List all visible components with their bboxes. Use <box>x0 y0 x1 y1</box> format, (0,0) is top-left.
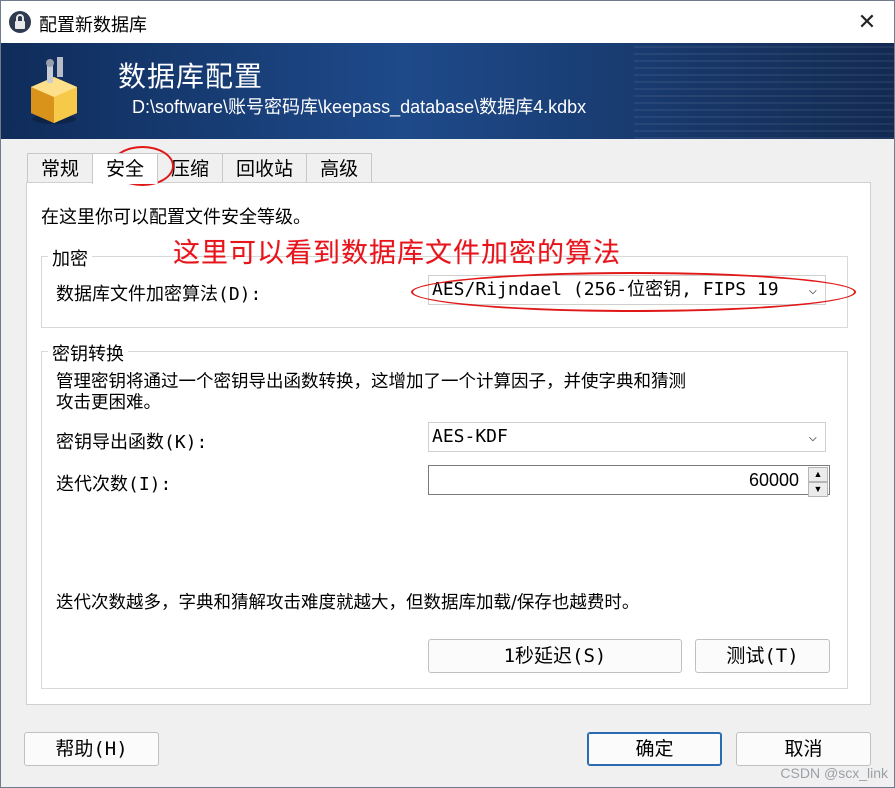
chevron-down-icon: ⌵ <box>808 282 817 298</box>
stepper-buttons: ▲ ▼ <box>808 467 828 497</box>
encryption-legend: 加密 <box>48 245 92 271</box>
tab-advanced[interactable]: 高级 <box>306 153 373 183</box>
key-transform-description-2: 攻击更困难。 <box>56 393 161 413</box>
kdf-value: AES-KDF <box>432 426 508 447</box>
banner-decoration <box>634 43 894 139</box>
watermark: CSDN @scx_link <box>780 765 888 781</box>
key-transform-group: 密钥转换 管理密钥将通过一个密钥导出函数转换，这增加了一个计算因子，并使字典和猜… <box>41 340 848 689</box>
tab-strip: 常规 安全 压缩 回收站 高级 <box>27 153 373 184</box>
close-button[interactable]: ✕ <box>840 1 894 43</box>
title-bar: 配置新数据库 ✕ <box>1 1 894 43</box>
banner-title: 数据库配置 <box>118 60 264 93</box>
algorithm-value: AES/Rijndael (256-位密钥, FIPS 19 <box>432 279 779 300</box>
ok-button[interactable]: 确定 <box>587 732 722 766</box>
algorithm-label: 数据库文件加密算法(D): <box>56 284 262 305</box>
panel-intro: 在这里你可以配置文件安全等级。 <box>41 207 311 228</box>
header-banner: 数据库配置 D:\software\账号密码库\keepass_database… <box>1 43 894 139</box>
iterations-hint: 迭代次数越多，字典和猜解攻击难度就越大，但数据库加载/保存也越费时。 <box>56 593 640 613</box>
tab-compression[interactable]: 压缩 <box>157 153 224 183</box>
close-icon: ✕ <box>857 9 877 35</box>
cancel-button[interactable]: 取消 <box>736 732 871 766</box>
annotation-text: 这里可以看到数据库文件加密的算法 <box>173 238 621 269</box>
iterations-label: 迭代次数(I): <box>56 474 172 495</box>
chevron-down-icon: ⌵ <box>808 429 817 445</box>
database-box-icon <box>23 57 85 127</box>
one-second-delay-button[interactable]: 1秒延迟(S) <box>428 639 682 673</box>
kdf-label: 密钥导出函数(K): <box>56 432 208 453</box>
dialog-window: 配置新数据库 ✕ 数据库配置 D:\software\账号密码库\keepass… <box>0 0 895 788</box>
kdf-select[interactable]: AES-KDF ⌵ <box>428 422 826 452</box>
database-path: D:\software\账号密码库\keepass_database\数据库4.… <box>132 97 587 117</box>
tab-security[interactable]: 安全 <box>92 153 159 184</box>
window-title: 配置新数据库 <box>39 15 147 36</box>
iterations-stepper[interactable]: 60000 ▲ ▼ <box>428 465 830 497</box>
stepper-down-icon[interactable]: ▼ <box>808 482 828 497</box>
help-button[interactable]: 帮助(H) <box>24 732 159 766</box>
key-transform-legend: 密钥转换 <box>48 340 128 366</box>
stepper-up-icon[interactable]: ▲ <box>808 467 828 482</box>
test-button[interactable]: 测试(T) <box>695 639 830 673</box>
tab-recycle-bin[interactable]: 回收站 <box>222 153 308 183</box>
tab-general[interactable]: 常规 <box>27 153 94 183</box>
lock-icon <box>8 10 32 34</box>
algorithm-select[interactable]: AES/Rijndael (256-位密钥, FIPS 19 ⌵ <box>428 275 826 305</box>
iterations-value: 60000 <box>748 470 799 490</box>
